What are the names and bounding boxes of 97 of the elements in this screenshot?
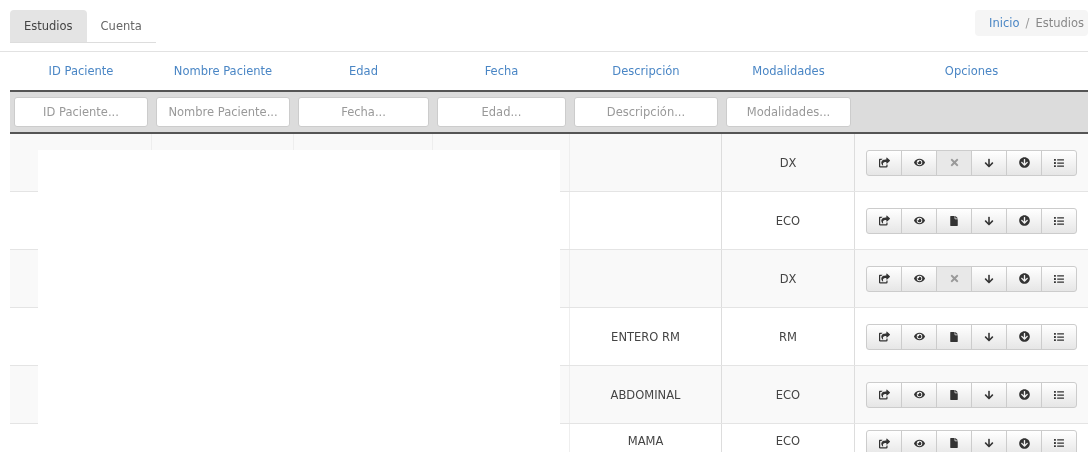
table-cell: ECO — [722, 192, 855, 249]
download-button[interactable] — [971, 149, 1007, 176]
table-cell: ABDOMINAL — [570, 366, 722, 423]
circle-arrow-down-icon — [1018, 331, 1030, 342]
circle-arrow-down-icon — [1018, 273, 1030, 284]
view-button[interactable] — [901, 265, 937, 292]
file-icon — [949, 331, 959, 342]
eye-icon — [913, 389, 925, 400]
view-button[interactable] — [901, 149, 937, 176]
download-circle-button[interactable] — [1006, 381, 1042, 408]
arrow-down-icon — [984, 273, 994, 284]
share-button[interactable] — [866, 430, 902, 452]
share-button[interactable] — [866, 149, 902, 176]
download-circle-button[interactable] — [1006, 430, 1042, 452]
table-cell: DX — [722, 134, 855, 191]
table-cell: DX — [722, 250, 855, 307]
circle-arrow-down-icon — [1018, 157, 1030, 168]
share-button[interactable] — [866, 381, 902, 408]
table-cell: MAMA — [570, 424, 722, 452]
view-button[interactable] — [901, 430, 937, 452]
column-header[interactable]: ID Paciente — [10, 52, 152, 90]
breadcrumb-current: Estudios — [1035, 16, 1084, 30]
file-icon — [949, 389, 959, 400]
column-header[interactable]: Nombre Paciente — [152, 52, 294, 90]
arrow-down-icon — [984, 438, 994, 448]
share-icon — [878, 273, 890, 284]
list-button[interactable] — [1041, 149, 1077, 176]
filter-field[interactable]: Fecha... — [298, 97, 429, 127]
list-icon — [1054, 215, 1064, 226]
eye-icon — [913, 273, 925, 284]
download-circle-button[interactable] — [1006, 323, 1042, 350]
eye-icon — [913, 215, 925, 226]
report-button[interactable] — [936, 207, 972, 234]
eye-icon — [913, 437, 925, 449]
share-icon — [878, 331, 890, 342]
list-button[interactable] — [1041, 430, 1077, 452]
arrow-down-icon — [984, 331, 994, 342]
table-cell: ENTERO RM — [570, 308, 722, 365]
list-icon — [1054, 157, 1064, 168]
list-icon — [1054, 389, 1064, 400]
report-button[interactable] — [936, 430, 972, 452]
share-button[interactable] — [866, 265, 902, 292]
report-button[interactable] — [936, 323, 972, 350]
file-icon — [949, 438, 959, 448]
list-button[interactable] — [1041, 207, 1077, 234]
share-icon — [878, 157, 890, 168]
download-button[interactable] — [971, 381, 1007, 408]
column-header[interactable]: Modalidades — [722, 52, 855, 90]
table-cell: ECO — [722, 424, 855, 452]
filter-field[interactable]: Edad... — [437, 97, 566, 127]
column-header[interactable]: Opciones — [855, 52, 1088, 90]
column-header[interactable]: Fecha — [433, 52, 570, 90]
file-icon — [949, 215, 959, 226]
table-cell: RM — [722, 308, 855, 365]
arrow-down-icon — [984, 215, 994, 226]
close-icon — [948, 157, 960, 168]
share-icon — [878, 215, 890, 226]
list-button[interactable] — [1041, 381, 1077, 408]
download-button[interactable] — [971, 323, 1007, 350]
list-button[interactable] — [1041, 323, 1077, 350]
arrow-down-icon — [984, 157, 994, 168]
share-icon — [878, 437, 890, 449]
download-circle-button[interactable] — [1006, 265, 1042, 292]
circle-arrow-down-icon — [1018, 437, 1030, 449]
arrow-down-icon — [984, 389, 994, 400]
view-button[interactable] — [901, 381, 937, 408]
share-button[interactable] — [866, 207, 902, 234]
list-icon — [1054, 438, 1064, 448]
list-button[interactable] — [1041, 265, 1077, 292]
download-button[interactable] — [971, 207, 1007, 234]
tab[interactable]: Estudios — [10, 10, 87, 42]
list-icon — [1054, 331, 1064, 342]
list-icon — [1054, 273, 1064, 284]
download-button[interactable] — [971, 265, 1007, 292]
filter-field[interactable]: Descripción... — [574, 97, 718, 127]
circle-arrow-down-icon — [1018, 215, 1030, 226]
filter-field[interactable]: ID Paciente... — [14, 97, 148, 127]
eye-icon — [913, 157, 925, 168]
download-circle-button[interactable] — [1006, 207, 1042, 234]
column-header[interactable]: Descripción — [570, 52, 722, 90]
column-header[interactable]: Edad — [294, 52, 433, 90]
eye-icon — [913, 331, 925, 342]
table-cell: ECO — [722, 366, 855, 423]
circle-arrow-down-icon — [1018, 389, 1030, 400]
filter-field[interactable]: Modalidades... — [726, 97, 851, 127]
share-icon — [878, 389, 890, 400]
view-button[interactable] — [901, 323, 937, 350]
tab[interactable]: Cuenta — [86, 10, 156, 42]
filter-field[interactable]: Nombre Paciente... — [156, 97, 290, 127]
download-circle-button[interactable] — [1006, 149, 1042, 176]
report-button[interactable] — [936, 381, 972, 408]
view-button[interactable] — [901, 207, 937, 234]
download-button[interactable] — [971, 430, 1007, 452]
close-icon — [948, 273, 960, 284]
breadcrumb-separator: / — [1025, 16, 1030, 30]
breadcrumb-link[interactable]: Inicio — [989, 16, 1020, 30]
share-button[interactable] — [866, 323, 902, 350]
